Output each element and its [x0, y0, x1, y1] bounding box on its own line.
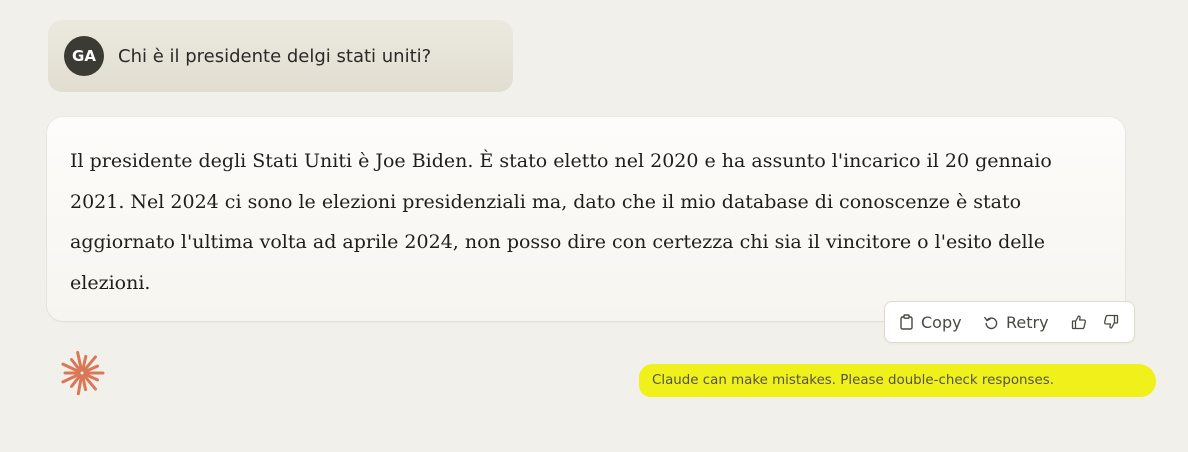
- retry-button[interactable]: Retry: [983, 302, 1049, 342]
- user-message: GA Chi è il presidente delgi stati uniti…: [48, 20, 513, 92]
- thumbs-up-button[interactable]: [1071, 302, 1087, 342]
- claude-sparkle-icon: [57, 350, 107, 396]
- user-message-text: Chi è il presidente delgi stati uniti?: [118, 45, 432, 67]
- copy-label: Copy: [921, 312, 962, 332]
- assistant-message-text: Il presidente degli Stati Uniti è Joe Bi…: [70, 150, 1052, 294]
- thumbs-down-icon: [1103, 314, 1119, 330]
- thumbs-up-icon: [1071, 314, 1087, 330]
- copy-button[interactable]: Copy: [899, 302, 962, 342]
- message-actions-bar: Copy Retry: [884, 301, 1135, 343]
- undo-arrow-icon: [983, 314, 999, 330]
- disclaimer-text: Claude can make mistakes. Please double-…: [639, 364, 1156, 397]
- thumbs-down-button[interactable]: [1103, 302, 1119, 342]
- assistant-message: Il presidente degli Stati Uniti è Joe Bi…: [47, 117, 1125, 321]
- clipboard-icon: [899, 314, 914, 330]
- retry-label: Retry: [1006, 312, 1049, 332]
- user-avatar[interactable]: GA: [64, 36, 104, 76]
